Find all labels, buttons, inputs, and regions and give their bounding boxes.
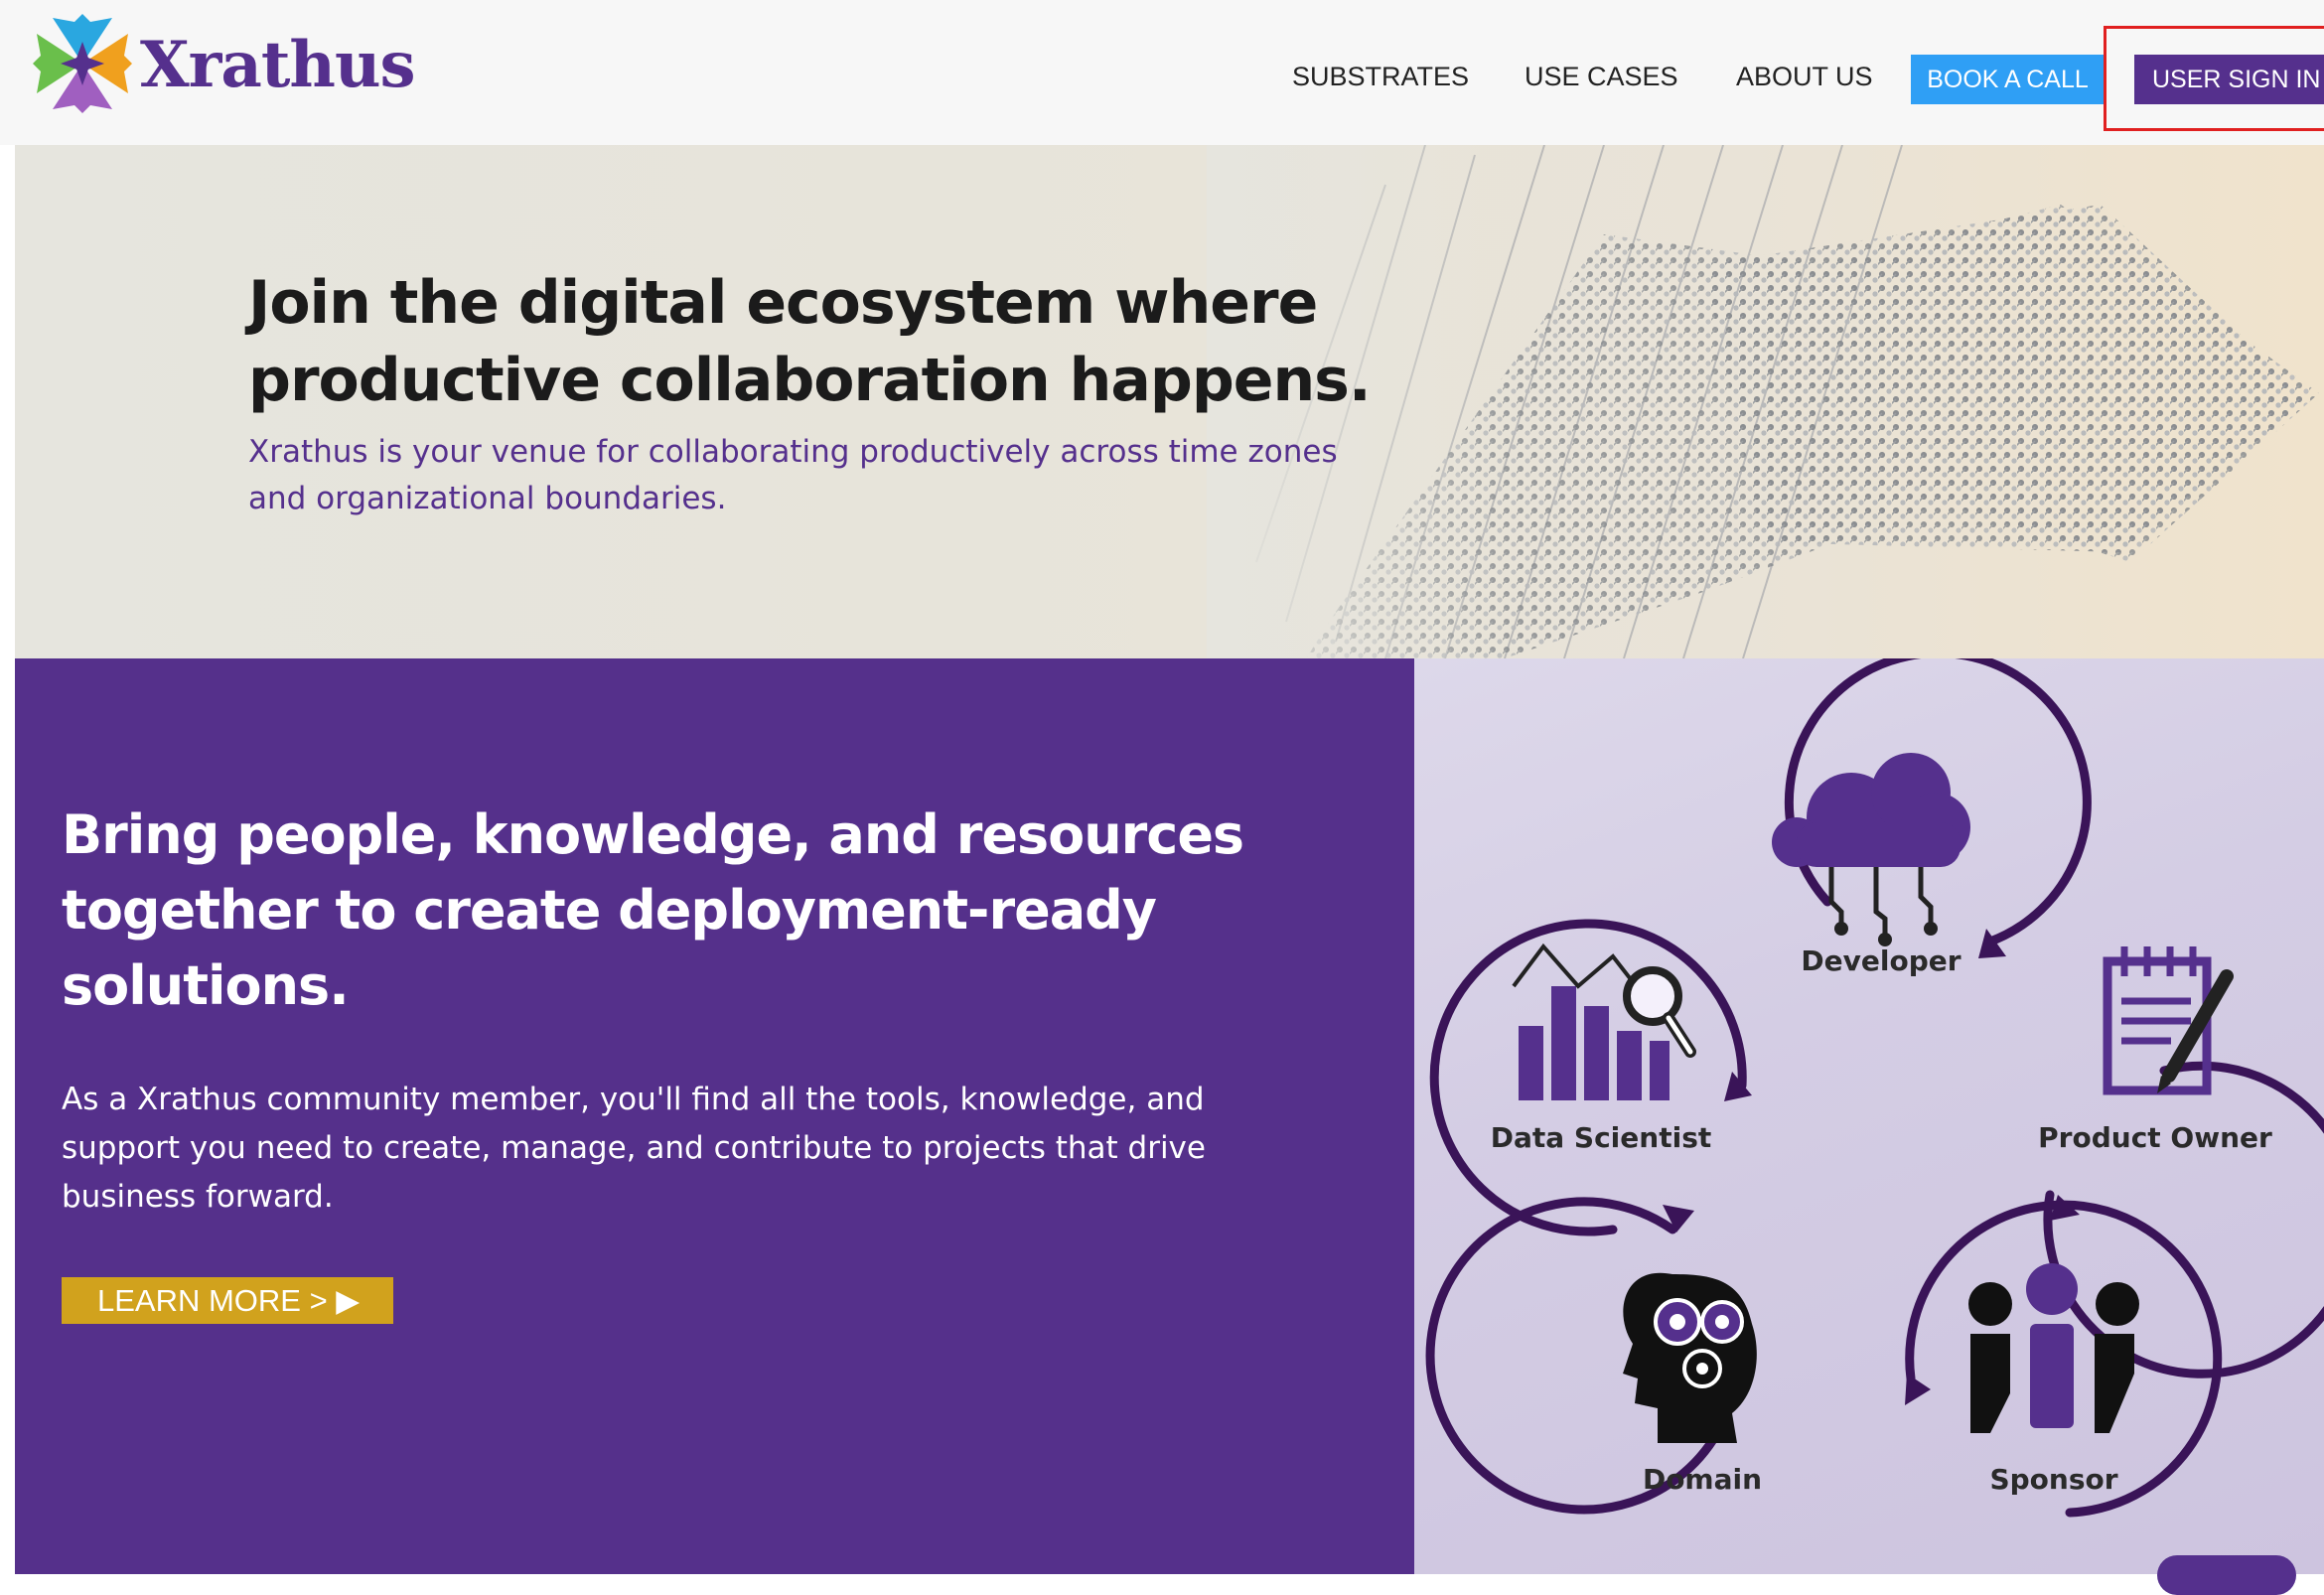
nav-use-cases[interactable]: USE CASES	[1525, 62, 1678, 92]
learn-more-button[interactable]: LEARN MORE > ▶	[62, 1277, 393, 1324]
section-body: As a Xrathus community member, you'll fi…	[62, 1082, 1206, 1215]
roles-cycle-graphic	[1425, 658, 2324, 1518]
role-domain: Domain	[1642, 1463, 1763, 1496]
role-sponsor: Sponsor	[1989, 1463, 2118, 1496]
product-owner-ring	[2043, 1061, 2324, 1378]
hero-banner: Join the digital ecosystem where product…	[15, 145, 2324, 658]
notepad-pencil-icon	[2103, 946, 2234, 1095]
hero-subtitle: Xrathus is your venue for collaborating …	[248, 434, 1338, 516]
book-a-call-button[interactable]: BOOK A CALL	[1911, 55, 2105, 104]
hero-title: Join the digital ecosystem where product…	[248, 268, 1372, 415]
people-group-icon	[1968, 1263, 2139, 1433]
user-sign-in-button[interactable]: USER SIGN IN	[2134, 55, 2324, 104]
cloud-icon	[1772, 753, 1970, 867]
role-product-owner: Product Owner	[2038, 1121, 2272, 1154]
role-data-scientist: Data Scientist	[1490, 1121, 1712, 1154]
value-proposition-section: Bring people, knowledge, and resources t…	[15, 658, 1414, 1574]
roles-diagram: Developer Data Scientist Product Owner D…	[1414, 658, 2324, 1574]
logo-text: Xrathus	[140, 28, 415, 102]
head-gears-icon	[1623, 1272, 1757, 1443]
xrathus-logo-icon	[33, 14, 132, 113]
chat-widget-button[interactable]	[2157, 1555, 2296, 1595]
section-title: Bring people, knowledge, and resources t…	[62, 803, 1244, 1017]
nav-about-us[interactable]: ABOUT US	[1736, 62, 1873, 92]
role-developer: Developer	[1801, 944, 1961, 977]
nav-substrates[interactable]: SUBSTRATES	[1292, 62, 1469, 92]
bar-chart-magnifier-icon	[1512, 942, 1696, 1100]
site-header: Xrathus SUBSTRATES USE CASES ABOUT US BO…	[0, 0, 2324, 145]
